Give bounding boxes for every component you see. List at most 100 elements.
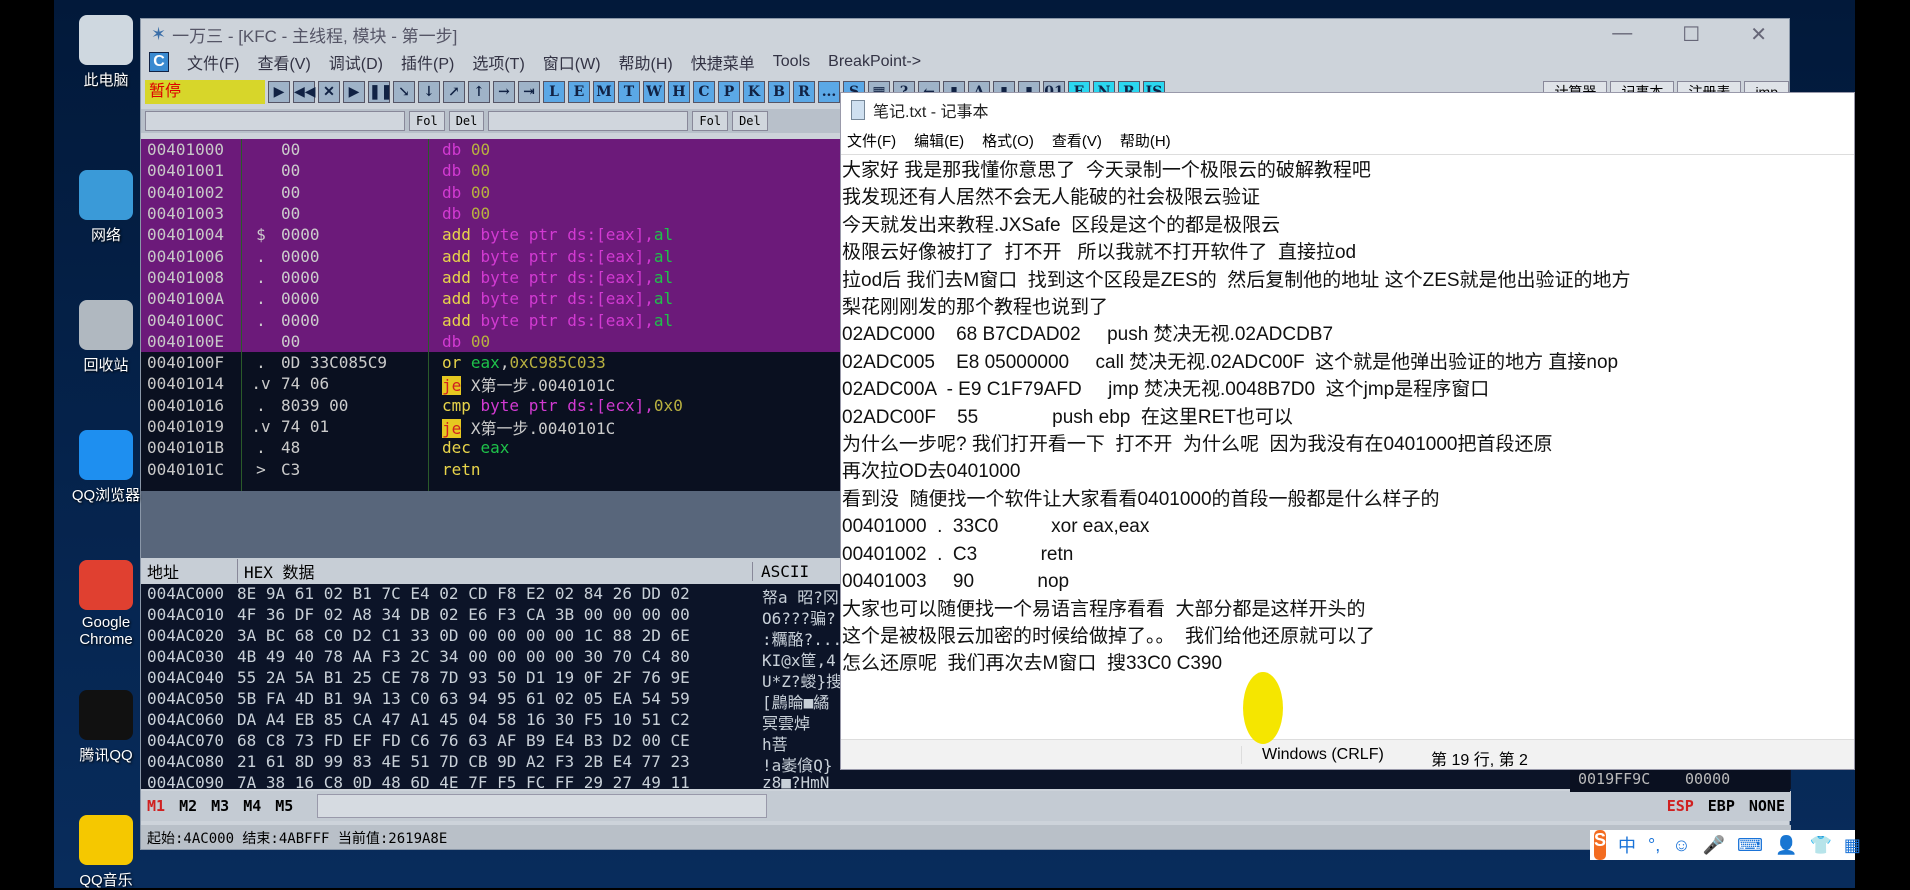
- desktop-icon[interactable]: QQ音乐: [60, 815, 152, 890]
- ime-lang[interactable]: 中: [1618, 832, 1636, 858]
- close-button[interactable]: ✕: [1750, 22, 1767, 47]
- breakpoint-button[interactable]: Fol: [692, 111, 729, 131]
- run-status: 暂停: [145, 80, 265, 104]
- memory-tab[interactable]: M5: [275, 797, 293, 815]
- debug-button[interactable]: ▶: [343, 81, 365, 103]
- window-button[interactable]: M: [593, 81, 615, 103]
- desktop-icon[interactable]: Google Chrome: [60, 560, 152, 648]
- notepad-menu-item[interactable]: 查看(V): [1052, 130, 1102, 151]
- dump-bytes: 55 2A 5A B1 25 CE 78 7D 93 50 D1 19 0F 2…: [237, 668, 690, 687]
- dump-bytes: 3A BC 68 C0 D2 C1 33 0D 00 00 00 00 1C 8…: [237, 626, 690, 645]
- desktop-icon[interactable]: 回收站: [60, 300, 152, 375]
- desktop-icon-label: 网络: [90, 227, 121, 244]
- keyboard-icon[interactable]: ⌨: [1737, 835, 1763, 856]
- window-button[interactable]: L: [543, 81, 565, 103]
- window-button[interactable]: H: [668, 81, 690, 103]
- debug-button[interactable]: ▶: [268, 81, 290, 103]
- disasm-hex: 00: [281, 331, 301, 351]
- breakpoint-button[interactable]: Del: [732, 111, 768, 131]
- window-button[interactable]: ...: [818, 81, 840, 103]
- desktop-icon[interactable]: 腾讯QQ: [60, 690, 152, 765]
- dump-row[interactable]: 004AC090 7A 38 16 C8 0D 48 6D 4E 7F F5 FC…: [141, 773, 1791, 789]
- dump-address: 004AC010: [147, 605, 225, 624]
- window-button[interactable]: C: [693, 81, 715, 103]
- od-menu-item[interactable]: 调试(D): [329, 50, 383, 74]
- od-menu-item[interactable]: 窗口(W): [543, 50, 601, 74]
- debug-button[interactable]: ↑: [468, 81, 490, 103]
- od-menu-item[interactable]: 快捷菜单: [691, 50, 755, 74]
- command-input[interactable]: [317, 794, 768, 818]
- breakpoint-field[interactable]: [145, 111, 405, 131]
- desktop-icon[interactable]: 此电脑: [60, 15, 152, 90]
- skin-icon[interactable]: 👕: [1809, 835, 1831, 856]
- memory-tab[interactable]: M2: [179, 797, 197, 815]
- emoji-icon[interactable]: ☺: [1672, 835, 1690, 856]
- maximize-button[interactable]: ☐: [1682, 22, 1700, 47]
- breakpoint-button[interactable]: Del: [448, 111, 485, 131]
- disasm-address: 0040101C: [147, 459, 225, 479]
- debug-button[interactable]: ↓: [418, 81, 440, 103]
- register-button[interactable]: ESP: [1667, 797, 1694, 815]
- disasm-address: 00401002: [147, 182, 225, 202]
- od-menu-item[interactable]: 文件(F): [187, 50, 239, 74]
- od-menu-item[interactable]: 插件(P): [401, 50, 454, 74]
- disasm-instruction: dec eax: [428, 438, 509, 457]
- debug-button[interactable]: ↘: [393, 81, 415, 103]
- window-button[interactable]: W: [643, 81, 665, 103]
- notepad-file-icon: [851, 100, 865, 120]
- disasm-instruction: add byte ptr ds:[eax],al: [428, 289, 673, 308]
- debug-button[interactable]: ⇥: [518, 81, 540, 103]
- od-menu-item[interactable]: Tools: [773, 53, 810, 71]
- disasm-instruction: je X第一步.0040101C: [428, 372, 615, 396]
- window-button[interactable]: P: [718, 81, 740, 103]
- debug-button[interactable]: ↗: [443, 81, 465, 103]
- dump-ascii: 冥雲焯: [762, 714, 811, 733]
- microphone-icon[interactable]: 🎤: [1703, 835, 1725, 856]
- notepad-text-area[interactable]: 大家好 我是那我懂你意思了 今天录制一个极限云的破解教程吧 我发现还有人居然不会无…: [841, 155, 1854, 678]
- dump-address: 004AC040: [147, 668, 225, 687]
- register-button[interactable]: EBP: [1708, 797, 1735, 815]
- user-icon[interactable]: 👤: [1775, 835, 1797, 856]
- disasm-marker: .v: [251, 374, 271, 394]
- notepad-menu-item[interactable]: 格式(O): [982, 130, 1034, 151]
- od-menu-item[interactable]: BreakPoint->: [828, 53, 921, 71]
- mouse-highlight: [1243, 672, 1283, 744]
- od-menu-item[interactable]: 查看(V): [257, 50, 310, 74]
- text-line: 00401002 . C3 retn: [842, 543, 1074, 565]
- breakpoint-field[interactable]: [488, 111, 689, 131]
- debug-button[interactable]: ❚❚: [368, 81, 392, 103]
- disasm-address: 00401006: [147, 246, 225, 266]
- child-window-icon[interactable]: C: [149, 52, 169, 72]
- window-button[interactable]: K: [743, 81, 765, 103]
- notepad-menu-item[interactable]: 帮助(H): [1120, 130, 1171, 151]
- disasm-address: 00401008: [147, 267, 225, 287]
- debug-button[interactable]: ✕: [318, 81, 340, 103]
- ime-punct[interactable]: °,: [1648, 835, 1660, 856]
- od-status-bar: 起始:4AC000 结束:4ABFFF 当前值:2619A8E: [141, 825, 1791, 849]
- desktop-app-icon: [79, 430, 133, 480]
- window-button[interactable]: E: [568, 81, 590, 103]
- memory-tab[interactable]: M3: [211, 797, 229, 815]
- memory-tab[interactable]: M1: [147, 797, 165, 815]
- register-button[interactable]: NONE: [1749, 797, 1785, 815]
- disasm-token: or: [442, 353, 471, 373]
- minimize-button[interactable]: —: [1612, 22, 1632, 47]
- window-button[interactable]: B: [768, 81, 790, 103]
- window-button[interactable]: T: [618, 81, 640, 103]
- od-menu-item[interactable]: 选项(T): [472, 50, 524, 74]
- notepad-menu-item[interactable]: 编辑(E): [914, 130, 964, 151]
- debug-button[interactable]: ◀◀: [293, 81, 316, 103]
- debug-button[interactable]: →: [493, 81, 515, 103]
- breakpoint-button[interactable]: Fol: [409, 111, 445, 131]
- sogou-logo-icon[interactable]: S: [1594, 830, 1607, 860]
- desktop-icon[interactable]: 网络: [60, 170, 152, 245]
- desktop-icon[interactable]: QQ浏览器: [60, 430, 152, 505]
- window-button[interactable]: R: [793, 81, 815, 103]
- notepad-menu-item[interactable]: 文件(F): [847, 130, 896, 151]
- disasm-token: add: [442, 225, 481, 245]
- disasm-address: 00401001: [147, 161, 225, 181]
- memory-tab[interactable]: M4: [243, 797, 261, 815]
- grid-icon[interactable]: ▦: [1844, 835, 1861, 856]
- disasm-token: dec: [442, 438, 481, 458]
- od-menu-item[interactable]: 帮助(H): [619, 50, 673, 74]
